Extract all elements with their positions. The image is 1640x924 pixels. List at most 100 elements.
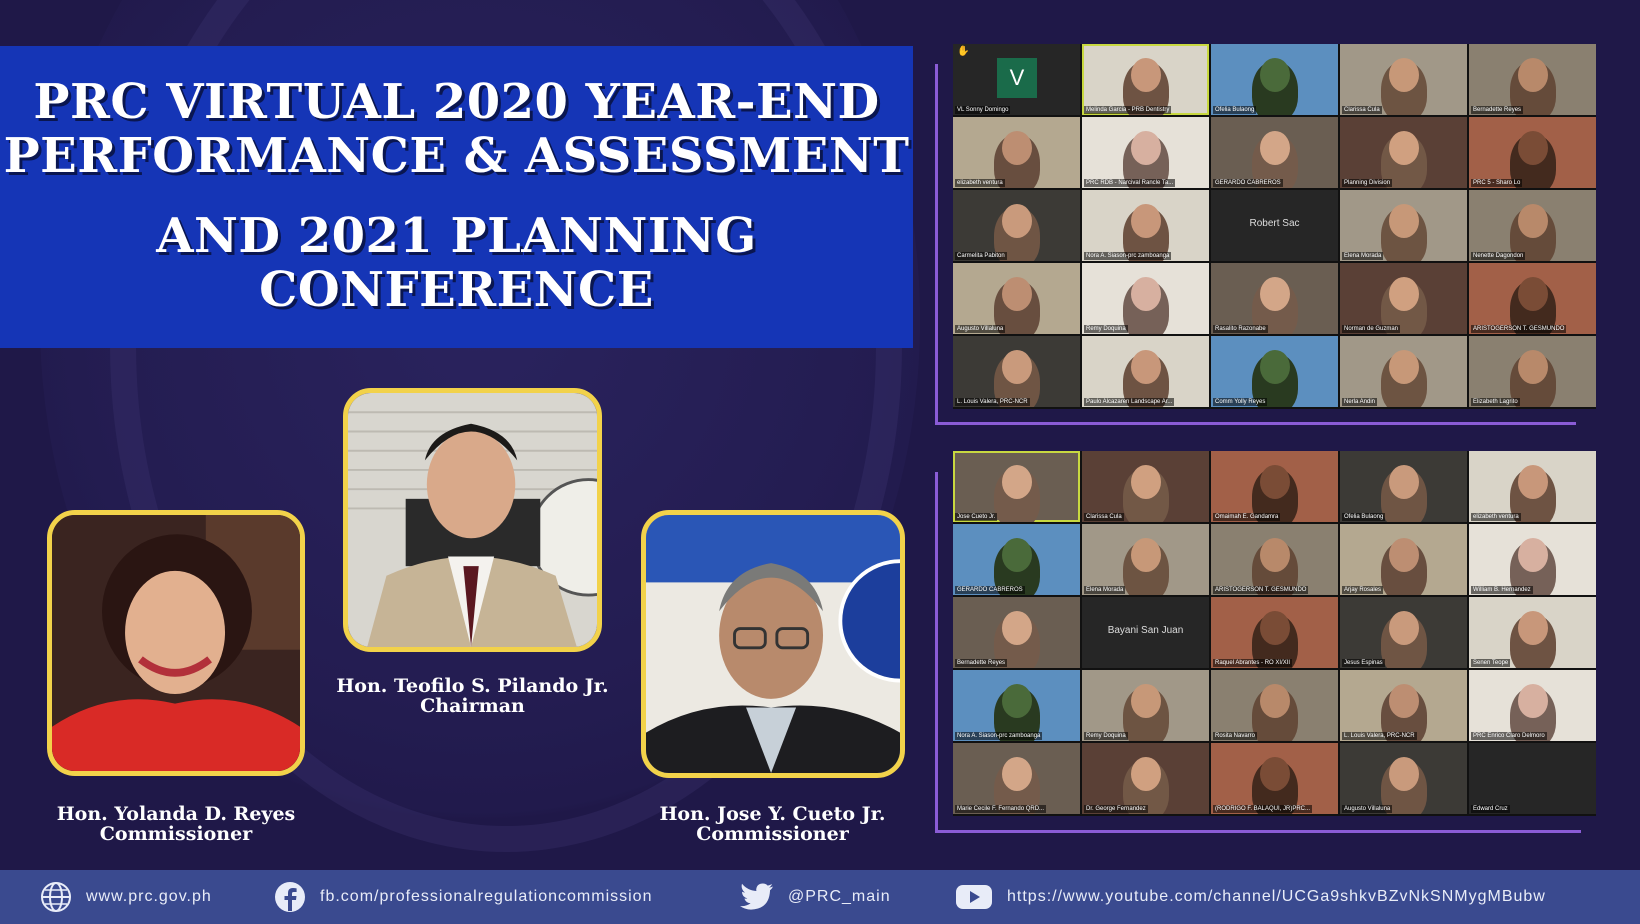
gallery-top-tile[interactable]: Planning Division: [1340, 117, 1467, 188]
gallery-bottom-tile[interactable]: Bernadette Reyes: [953, 597, 1080, 668]
participant-name: PRC RDB - Narcival Rancle Ta...: [1084, 179, 1176, 187]
participant-head: [1130, 277, 1161, 311]
participant-head: [1259, 757, 1290, 791]
gallery-bottom-tile[interactable]: Ofelia Bulaong: [1340, 451, 1467, 522]
gallery-top-tile[interactable]: Robert Sac: [1211, 190, 1338, 261]
gallery-bottom-tile[interactable]: Augusto Villaluna: [1340, 743, 1467, 814]
gallery-bottom-tile[interactable]: Marie Cecile F. Fernando QRD...: [953, 743, 1080, 814]
participant-head: [1001, 611, 1032, 645]
participant-name: Jesus Espinas: [1342, 659, 1385, 667]
footer-bar: www.prc.gov.ph fb.com/professionalregula…: [0, 870, 1640, 924]
participant-name: Clarissa Cula: [1084, 513, 1124, 521]
participant-name: elizabeth ventura: [1471, 513, 1521, 521]
gallery-bottom-tile[interactable]: L. Louis Valera, PRC-NCR: [1340, 670, 1467, 741]
participant-name: Ofelia Bulaong: [1342, 513, 1386, 521]
gallery-top-tile[interactable]: Remy Doquina: [1082, 263, 1209, 334]
gallery-top-tile[interactable]: PRC RDB - Narcival Rancle Ta...: [1082, 117, 1209, 188]
gallery-bottom-tile[interactable]: Jesus Espinas: [1340, 597, 1467, 668]
gallery-top-tile[interactable]: Augusto Villaluna: [953, 263, 1080, 334]
participant-name: GERARDO CABREROS: [1213, 179, 1283, 187]
participant-name: Augusto Villaluna: [1342, 805, 1393, 813]
gallery-top-tile[interactable]: Nenette Dagondon: [1469, 190, 1596, 261]
gallery-top-tile[interactable]: Norman de Guzman: [1340, 263, 1467, 334]
gallery-bottom-tile[interactable]: Raquel Abrantes - RO XI/XII: [1211, 597, 1338, 668]
footer-facebook[interactable]: fb.com/professionalregulationcommission: [274, 870, 652, 924]
gallery-top-tile[interactable]: Bernadette Reyes: [1469, 44, 1596, 115]
participant-head: [1517, 465, 1548, 499]
gallery-bottom-tile[interactable]: PRC Enrico Claro Delmoro: [1469, 670, 1596, 741]
gallery-bottom-tile[interactable]: elizabeth ventura: [1469, 451, 1596, 522]
participant-head: [1517, 684, 1548, 718]
participant-name: Marie Cecile F. Fernando QRD...: [955, 805, 1047, 813]
footer-twitter[interactable]: @PRC_main: [740, 870, 891, 924]
gallery-top-tile[interactable]: Elizabeth Lagrito: [1469, 336, 1596, 407]
gallery-bottom-tile[interactable]: ARISTOGERSON T. GESMUNDO: [1211, 524, 1338, 595]
gallery-top-tile[interactable]: Elena Morada: [1340, 190, 1467, 261]
gallery-top-tile[interactable]: V ✋ VL Sonny Domingo: [953, 44, 1080, 115]
gallery-bottom-tile[interactable]: Clarissa Cula: [1082, 451, 1209, 522]
gallery-top-tile[interactable]: Paulo Alcazaren Landscape Ar...: [1082, 336, 1209, 407]
gallery-bottom-tile[interactable]: Senen Teope: [1469, 597, 1596, 668]
gallery-top-tile[interactable]: ARISTOGERSON T. GESMUNDO: [1469, 263, 1596, 334]
footer-facebook-text: fb.com/professionalregulationcommission: [320, 888, 653, 905]
gallery-top-tile[interactable]: Comm Yolly Reyes: [1211, 336, 1338, 407]
gallery-bottom-tile[interactable]: Nora A. Siason-prc zamboanga: [953, 670, 1080, 741]
participant-name: VL Sonny Domingo: [955, 106, 1011, 114]
participant-head: [1388, 611, 1419, 645]
participant-head: [1001, 204, 1032, 238]
participant-head: [1517, 538, 1548, 572]
gallery-bottom-tile[interactable]: Rosita Navarro: [1211, 670, 1338, 741]
participant-name: Bernadette Reyes: [955, 659, 1008, 667]
participant-name: Senen Teope: [1471, 659, 1511, 667]
participant-name: (RODRIGO F. BALAQUI, JR)PRC...: [1213, 805, 1313, 813]
title-line-2: PERFORMANCE & ASSESSMENT: [3, 128, 910, 184]
participant-name: Dr. George Fernandez: [1084, 805, 1148, 813]
participant-head: [1259, 58, 1290, 92]
participant-head: [1259, 131, 1290, 165]
participant-head: [1259, 465, 1290, 499]
footer-youtube-text: https://www.youtube.com/channel/UCGa9shk…: [1007, 888, 1546, 905]
participant-head: [1259, 684, 1290, 718]
gallery-top-tile[interactable]: elizabeth ventura: [953, 117, 1080, 188]
title-line-1: PRC VIRTUAL 2020 YEAR-END: [33, 74, 880, 130]
gallery-top-tile[interactable]: Rasalito Razonabe: [1211, 263, 1338, 334]
gallery-top-tile[interactable]: Nerla Andin: [1340, 336, 1467, 407]
participant-name: Melinda Garcia - PRB Dentistry: [1084, 106, 1172, 114]
participant-name: L. Louis Valera, PRC-NCR: [955, 398, 1030, 406]
participant-name: Rosita Navarro: [1213, 732, 1258, 740]
participant-head: [1517, 611, 1548, 645]
gallery-bottom-tile[interactable]: Bayani San Juan: [1082, 597, 1209, 668]
participant-head: [1001, 684, 1032, 718]
gallery-top-tile[interactable]: Nora A. Siason-prc zamboanga: [1082, 190, 1209, 261]
gallery-top-tile[interactable]: L. Louis Valera, PRC-NCR: [953, 336, 1080, 407]
gallery-bottom-tile[interactable]: Remy Doquina: [1082, 670, 1209, 741]
gallery-top-tile[interactable]: Melinda Garcia - PRB Dentistry: [1082, 44, 1209, 115]
participant-head: [1388, 58, 1419, 92]
tile-center-name: Robert Sac: [1249, 218, 1300, 229]
gallery-bottom-tile[interactable]: Edward Cruz: [1469, 743, 1596, 814]
gallery-bottom-tile[interactable]: GERARDO CABREROS: [953, 524, 1080, 595]
gallery-bottom-tile[interactable]: Elena Morada: [1082, 524, 1209, 595]
gallery-top-tile[interactable]: PRC 5 - Sharo Lo: [1469, 117, 1596, 188]
footer-website[interactable]: www.prc.gov.ph: [40, 870, 212, 924]
participant-head: [1259, 611, 1290, 645]
portrait-jose-cueto: [641, 510, 905, 778]
gallery-bottom-tile[interactable]: (RODRIGO F. BALAQUI, JR)PRC...: [1211, 743, 1338, 814]
gallery-bottom-tile[interactable]: William B. Hernandez: [1469, 524, 1596, 595]
participant-head: [1001, 465, 1032, 499]
gallery-bottom-tile[interactable]: Arjay Rosales: [1340, 524, 1467, 595]
gallery-top-tile[interactable]: GERARDO CABREROS: [1211, 117, 1338, 188]
gallery-top: V ✋ VL Sonny Domingo Melinda Garcia - PRB D…: [953, 44, 1596, 409]
gallery-bottom-tile[interactable]: Jose Cueto Jr.: [953, 451, 1080, 522]
gallery-bottom-tile[interactable]: Dr. George Fernandez: [1082, 743, 1209, 814]
gallery-top-tile[interactable]: Clarissa Cula: [1340, 44, 1467, 115]
participant-head: [1130, 757, 1161, 791]
gallery-bottom-tile[interactable]: Omaimah E. Gandamra: [1211, 451, 1338, 522]
participant-name: William B. Hernandez: [1471, 586, 1533, 594]
participant-head: [1001, 757, 1032, 791]
footer-youtube[interactable]: https://www.youtube.com/channel/UCGa9shk…: [955, 870, 1546, 924]
gallery-top-tile[interactable]: Carmelita Pabiton: [953, 190, 1080, 261]
participant-name: Nora A. Siason-prc zamboanga: [955, 732, 1043, 740]
participant-head: [1517, 204, 1548, 238]
gallery-top-tile[interactable]: Ofelia Bulaong: [1211, 44, 1338, 115]
